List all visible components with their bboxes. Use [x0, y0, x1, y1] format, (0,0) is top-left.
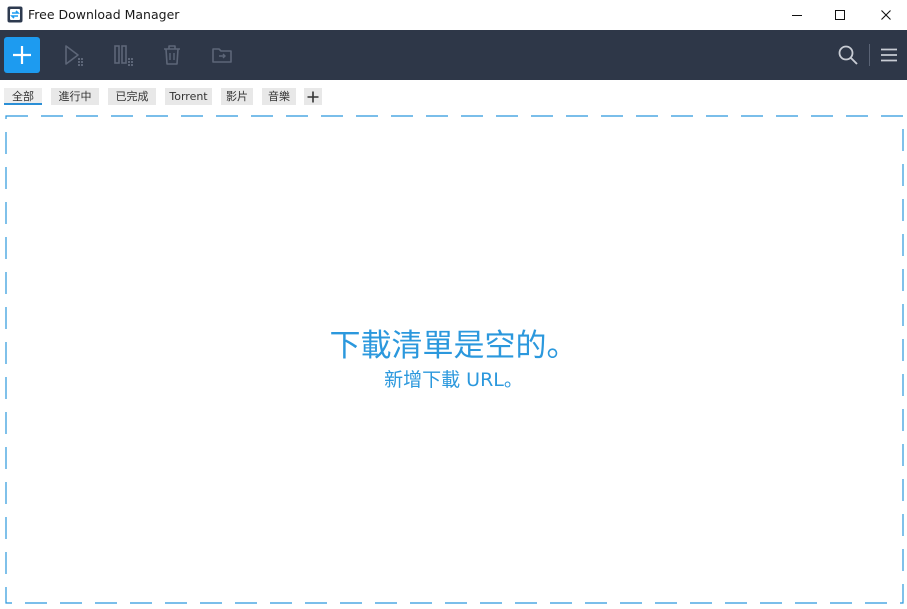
plus-icon: [13, 46, 31, 64]
add-url-message[interactable]: 新增下載 URL。: [0, 367, 907, 393]
tag-label: 進行中: [58, 90, 92, 103]
tag-label: 影片: [226, 90, 248, 103]
maximize-icon: [835, 10, 845, 20]
tag-all[interactable]: 全部: [4, 88, 42, 105]
maximize-button[interactable]: [817, 0, 863, 30]
tag-in-progress[interactable]: 進行中: [51, 88, 99, 105]
close-icon: [881, 10, 891, 20]
title-bar: Free Download Manager: [0, 0, 907, 30]
menu-button[interactable]: [876, 42, 902, 68]
empty-list-message: 下載清單是空的。: [329, 328, 578, 364]
tag-label: Torrent: [169, 90, 208, 103]
minimize-icon: [792, 15, 802, 16]
app-logo-icon: [7, 6, 23, 23]
pause-button[interactable]: [111, 42, 137, 68]
tag-video[interactable]: 影片: [221, 88, 253, 105]
play-icon: [65, 45, 83, 66]
tag-label: 音樂: [268, 90, 290, 103]
add-download-button[interactable]: [4, 37, 40, 73]
tag-label: 全部: [12, 90, 34, 103]
folder-move-icon: [212, 48, 232, 63]
search-button[interactable]: [835, 42, 861, 68]
toolbar-divider: [869, 44, 870, 66]
minimize-button[interactable]: [774, 0, 820, 30]
tag-music[interactable]: 音樂: [262, 88, 296, 105]
move-button[interactable]: [209, 42, 235, 68]
close-button[interactable]: [863, 0, 907, 30]
tag-label: 已完成: [115, 90, 149, 103]
download-list-drop-zone[interactable]: 下載清單是空的。 新增下載 URL。: [0, 114, 907, 609]
delete-button[interactable]: [159, 42, 185, 68]
search-icon: [838, 45, 858, 65]
add-tag-button[interactable]: [304, 88, 322, 105]
tag-completed[interactable]: 已完成: [108, 88, 156, 105]
plus-icon: [307, 91, 319, 102]
window-title: Free Download Manager: [28, 7, 180, 22]
hamburger-menu-icon: [881, 48, 897, 62]
trash-icon: [164, 45, 180, 65]
tag-torrent[interactable]: Torrent: [165, 88, 212, 105]
resume-button[interactable]: [61, 42, 87, 68]
pause-icon: [114, 45, 133, 66]
